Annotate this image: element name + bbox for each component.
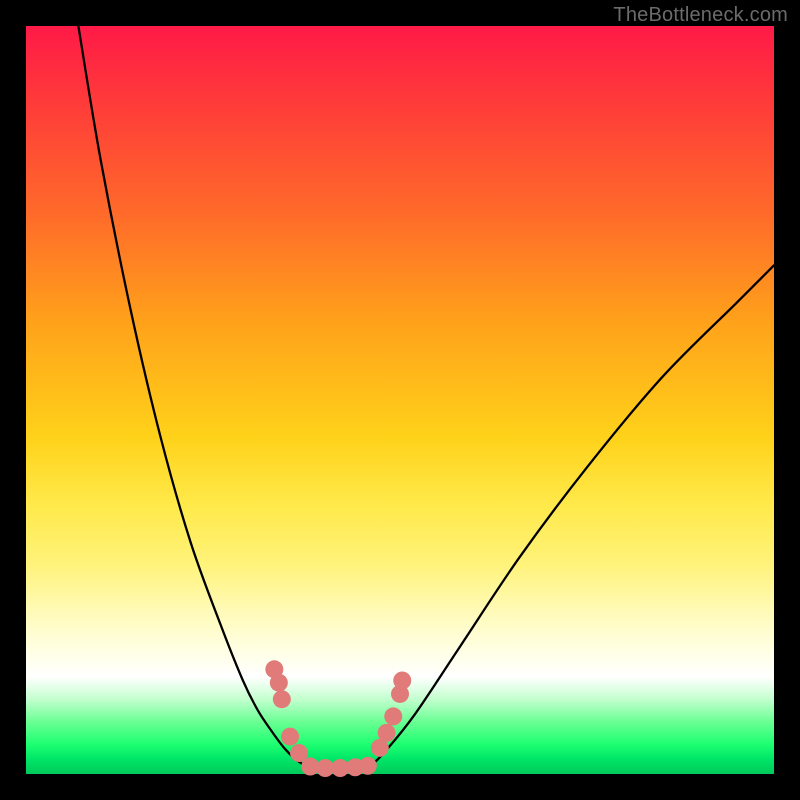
marker-left-cluster-d: [281, 728, 299, 746]
marker-group: [265, 660, 411, 777]
curve-right-branch: [370, 265, 774, 766]
watermark-text: TheBottleneck.com: [613, 4, 788, 27]
marker-right-cluster-c: [384, 707, 402, 725]
curve-left-branch: [78, 26, 306, 767]
marker-left-cluster-b: [270, 674, 288, 692]
marker-floor-e: [359, 757, 377, 775]
marker-right-cluster-b: [378, 724, 396, 742]
marker-right-cluster-e: [393, 672, 411, 690]
marker-left-cluster-c: [273, 690, 291, 708]
chart-svg: [26, 26, 774, 774]
chart-frame: [26, 26, 774, 774]
